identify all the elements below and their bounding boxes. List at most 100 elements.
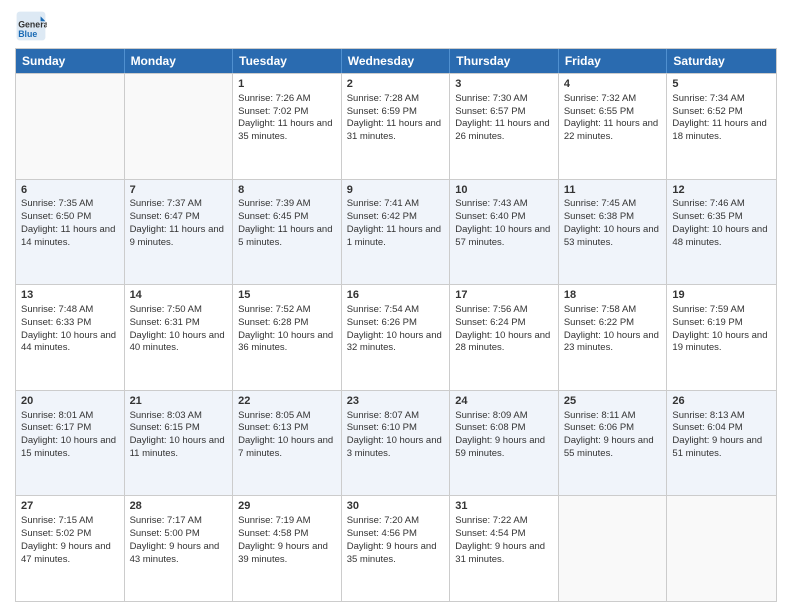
sunrise: Sunrise: 7:34 AM <box>672 93 744 104</box>
daylight: Daylight: 10 hours and 11 minutes. <box>130 435 225 459</box>
calendar-row-3: 20Sunrise: 8:01 AMSunset: 6:17 PMDayligh… <box>16 390 776 496</box>
sunset: Sunset: 7:02 PM <box>238 106 308 117</box>
daylight: Daylight: 10 hours and 32 minutes. <box>347 330 442 354</box>
daylight: Daylight: 10 hours and 23 minutes. <box>564 330 659 354</box>
day-number: 26 <box>672 394 771 409</box>
day-cell-13: 13Sunrise: 7:48 AMSunset: 6:33 PMDayligh… <box>16 285 125 390</box>
day-cell-10: 10Sunrise: 7:43 AMSunset: 6:40 PMDayligh… <box>450 180 559 285</box>
sunrise: Sunrise: 8:09 AM <box>455 410 527 421</box>
day-cell-7: 7Sunrise: 7:37 AM Sunset: 6:47 PM Daylight… <box>125 180 234 285</box>
daylight: Daylight: 11 hours and 26 minutes. <box>455 118 549 142</box>
day-number: 4 <box>564 77 662 92</box>
daylight: Daylight: 9 hours and 35 minutes. <box>347 541 437 565</box>
day-number: 3 <box>455 77 553 92</box>
day-cell-27: 27Sunrise: 7:15 AMSunset: 5:02 PMDayligh… <box>16 496 125 601</box>
day-number: 12 <box>672 183 771 198</box>
sunrise: Sunrise: 7:56 AM <box>455 304 527 315</box>
sunrise: Sunrise: 7:52 AM <box>238 304 310 315</box>
day-number: 6 <box>21 183 119 198</box>
day-cell-9: 9Sunrise: 7:41 AMSunset: 6:42 PMDaylight… <box>342 180 451 285</box>
day-number: 21 <box>130 394 228 409</box>
day-number: 8 <box>238 183 336 198</box>
sunrise: Sunrise: 7:54 AM <box>347 304 419 315</box>
sunset: Sunset: 6:17 PM <box>21 422 91 433</box>
sunset: Sunset: 6:57 PM <box>455 106 525 117</box>
sunrise: Sunrise: 7:46 AM <box>672 198 744 209</box>
day-cell-16: 16Sunrise: 7:54 AM Sunset: 6:26 PM Dayligh… <box>342 285 451 390</box>
sunrise: Sunrise: 7:30 AM <box>455 93 527 104</box>
empty-cell-0-0 <box>16 74 125 179</box>
daylight: Daylight: 10 hours and 44 minutes. <box>21 330 116 354</box>
daylight: Daylight: 9 hours and 31 minutes. <box>455 541 545 565</box>
sunset: Sunset: 6:40 PM <box>455 211 525 222</box>
daylight: Daylight: 9 hours and 55 minutes. <box>564 435 654 459</box>
day-number: 27 <box>21 499 119 514</box>
day-cell-11: 11Sunrise: 7:45 AMSunset: 6:38 PMDayligh… <box>559 180 668 285</box>
calendar-row-4: 27Sunrise: 7:15 AMSunset: 5:02 PMDayligh… <box>16 495 776 601</box>
day-cell-19: 19Sunrise: 7:59 AM Sunset: 6:19 PM Dayligh… <box>667 285 776 390</box>
day-cell-20: 20Sunrise: 8:01 AMSunset: 6:17 PMDayligh… <box>16 391 125 496</box>
day-number: 14 <box>130 288 228 303</box>
day-number: 24 <box>455 394 553 409</box>
page: General Blue SundayMondayTuesdayWednesda… <box>0 0 792 612</box>
sunrise: Sunrise: 7:22 AM <box>455 515 527 526</box>
empty-cell-4-5 <box>559 496 668 601</box>
sunrise: Sunrise: 7:32 AM <box>564 93 636 104</box>
sunset: Sunset: 6:04 PM <box>672 422 742 433</box>
sunrise: Sunrise: 7:37 AM <box>130 198 202 209</box>
day-number: 7 <box>130 183 228 198</box>
sunrise: Sunrise: 7:20 AM <box>347 515 419 526</box>
day-number: 17 <box>455 288 553 303</box>
sunrise: Sunrise: 7:15 AM <box>21 515 93 526</box>
daylight: Daylight: 10 hours and 15 minutes. <box>21 435 116 459</box>
day-number: 31 <box>455 499 553 514</box>
sunset: Sunset: 6:15 PM <box>130 422 200 433</box>
day-number: 15 <box>238 288 336 303</box>
day-cell-12: 12Sunrise: 7:46 AMSunset: 6:35 PMDayligh… <box>667 180 776 285</box>
sunrise: Sunrise: 7:41 AM <box>347 198 419 209</box>
svg-text:Blue: Blue <box>18 29 37 39</box>
day-number: 28 <box>130 499 228 514</box>
sunrise: Sunrise: 8:13 AM <box>672 410 744 421</box>
calendar-row-0: 1Sunrise: 7:26 AMSunset: 7:02 PMDaylight… <box>16 73 776 179</box>
day-number: 2 <box>347 77 445 92</box>
sunset: Sunset: 6:55 PM <box>564 106 634 117</box>
sunset: Sunset: 6:10 PM <box>347 422 417 433</box>
daylight: Daylight: 10 hours and 7 minutes. <box>238 435 333 459</box>
calendar: SundayMondayTuesdayWednesdayThursdayFrid… <box>15 48 777 602</box>
daylight: Daylight: 11 hours and 9 minutes. <box>130 224 224 248</box>
daylight: Daylight: 10 hours and 36 minutes. <box>238 330 333 354</box>
day-number: 10 <box>455 183 553 198</box>
sunset: Sunset: 6:31 PM <box>130 317 200 328</box>
header-day-tuesday: Tuesday <box>233 49 342 73</box>
sunset: Sunset: 6:13 PM <box>238 422 308 433</box>
sunrise: Sunrise: 8:11 AM <box>564 410 636 421</box>
sunrise: Sunrise: 7:58 AM <box>564 304 636 315</box>
calendar-body: 1Sunrise: 7:26 AMSunset: 7:02 PMDaylight… <box>16 73 776 601</box>
day-number: 18 <box>564 288 662 303</box>
header-day-wednesday: Wednesday <box>342 49 451 73</box>
sunrise: Sunrise: 8:01 AM <box>21 410 93 421</box>
daylight: Daylight: 11 hours and 31 minutes. <box>347 118 441 142</box>
sunset: Sunset: 6:59 PM <box>347 106 417 117</box>
empty-cell-0-1 <box>125 74 234 179</box>
daylight: Daylight: 10 hours and 40 minutes. <box>130 330 225 354</box>
sunrise: Sunrise: 7:59 AM <box>672 304 744 315</box>
sunrise: Sunrise: 7:17 AM <box>130 515 202 526</box>
sunset: Sunset: 6:47 PM <box>130 211 200 222</box>
day-cell-15: 15Sunrise: 7:52 AMSunset: 6:28 PMDayligh… <box>233 285 342 390</box>
day-cell-6: 6Sunrise: 7:35 AMSunset: 6:50 PMDaylight… <box>16 180 125 285</box>
day-cell-24: 24Sunrise: 8:09 AMSunset: 6:08 PMDayligh… <box>450 391 559 496</box>
sunset: Sunset: 6:26 PM <box>347 317 417 328</box>
sunset: Sunset: 6:06 PM <box>564 422 634 433</box>
day-cell-17: 17Sunrise: 7:56 AMSunset: 6:24 PMDayligh… <box>450 285 559 390</box>
day-number: 16 <box>347 288 445 303</box>
day-number: 11 <box>564 183 662 198</box>
day-number: 19 <box>672 288 771 303</box>
header: General Blue <box>15 10 777 42</box>
sunrise: Sunrise: 7:50 AM <box>130 304 202 315</box>
day-number: 5 <box>672 77 771 92</box>
sunset: Sunset: 6:19 PM <box>672 317 742 328</box>
daylight: Daylight: 10 hours and 19 minutes. <box>672 330 767 354</box>
header-day-sunday: Sunday <box>16 49 125 73</box>
